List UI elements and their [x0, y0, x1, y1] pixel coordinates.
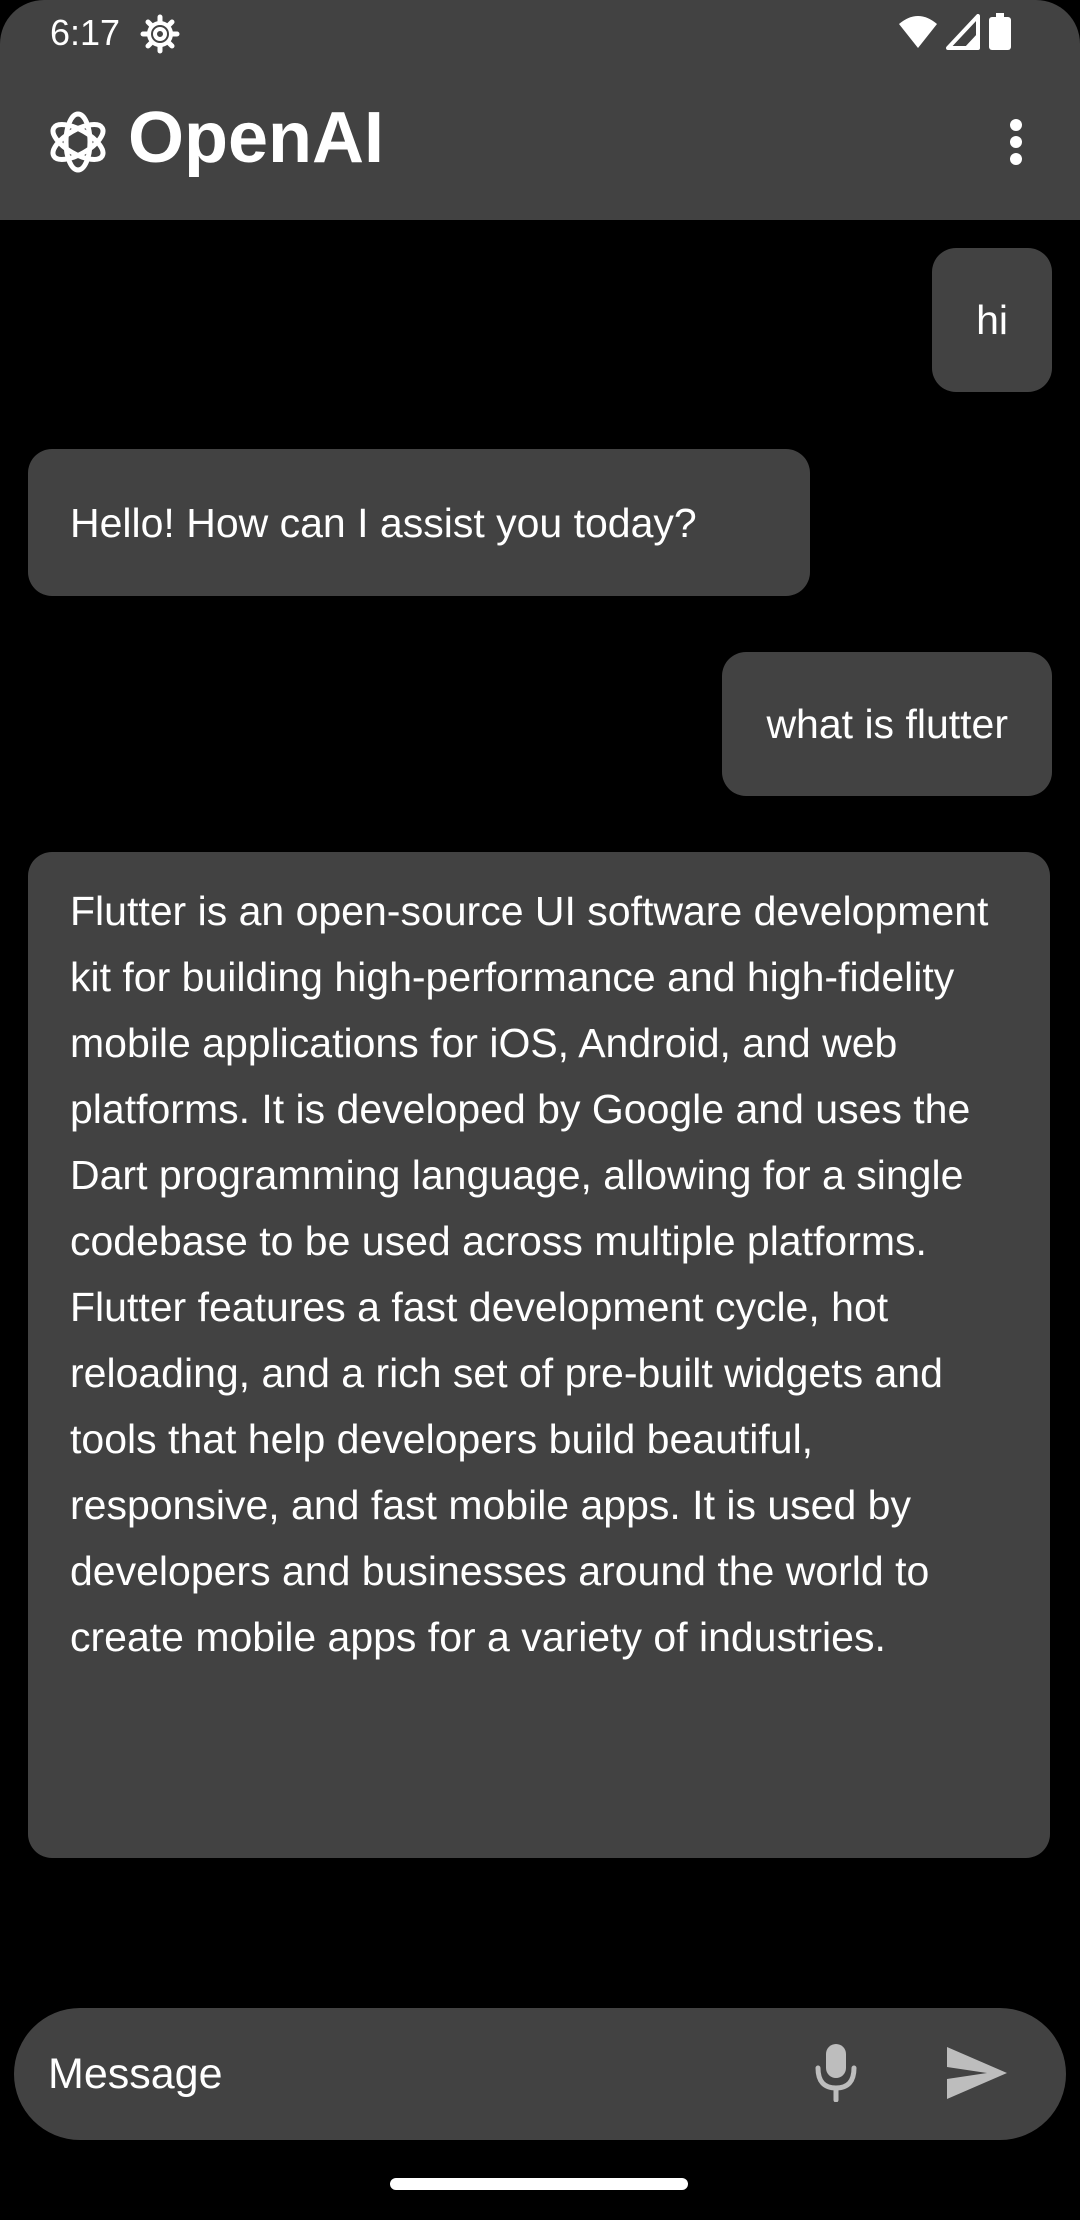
- more-options-button[interactable]: [980, 108, 1052, 180]
- status-time: 6:17: [50, 12, 121, 53]
- voice-input-button[interactable]: [800, 2038, 872, 2110]
- microphone-icon: [814, 2042, 858, 2107]
- home-indicator[interactable]: [390, 2178, 688, 2190]
- message-text: Flutter is an open-source UI software de…: [70, 888, 989, 1660]
- status-bar: 6:17: [0, 0, 1080, 66]
- openai-logo-icon: [42, 106, 114, 178]
- assistant-message-bubble: Hello! How can I assist you today?: [28, 449, 810, 596]
- cellular-signal-icon: [946, 13, 980, 55]
- assistant-message-bubble: Flutter is an open-source UI software de…: [28, 852, 1050, 1858]
- app-bar: OpenAI: [0, 66, 1080, 220]
- message-composer: [14, 2008, 1066, 2140]
- more-vertical-icon: [1008, 118, 1024, 171]
- settings-gear-icon: [140, 14, 180, 54]
- user-message-bubble: what is flutter: [722, 652, 1052, 796]
- battery-icon: [988, 12, 1012, 56]
- app-title: OpenAI: [128, 98, 385, 178]
- chat-thread[interactable]: hi Hello! How can I assist you today? wh…: [0, 220, 1080, 1990]
- message-input[interactable]: [48, 2008, 768, 2140]
- message-text: what is flutter: [766, 701, 1008, 747]
- send-icon: [945, 2045, 1009, 2106]
- message-text: hi: [976, 297, 1008, 343]
- wifi-icon: [898, 14, 938, 55]
- user-message-bubble: hi: [932, 248, 1052, 392]
- status-icons: [898, 12, 1012, 56]
- app-screen: 6:17 OpenAI hi Hello! How can I assist y…: [0, 0, 1080, 2220]
- send-button[interactable]: [938, 2036, 1016, 2114]
- message-text: Hello! How can I assist you today?: [70, 499, 697, 546]
